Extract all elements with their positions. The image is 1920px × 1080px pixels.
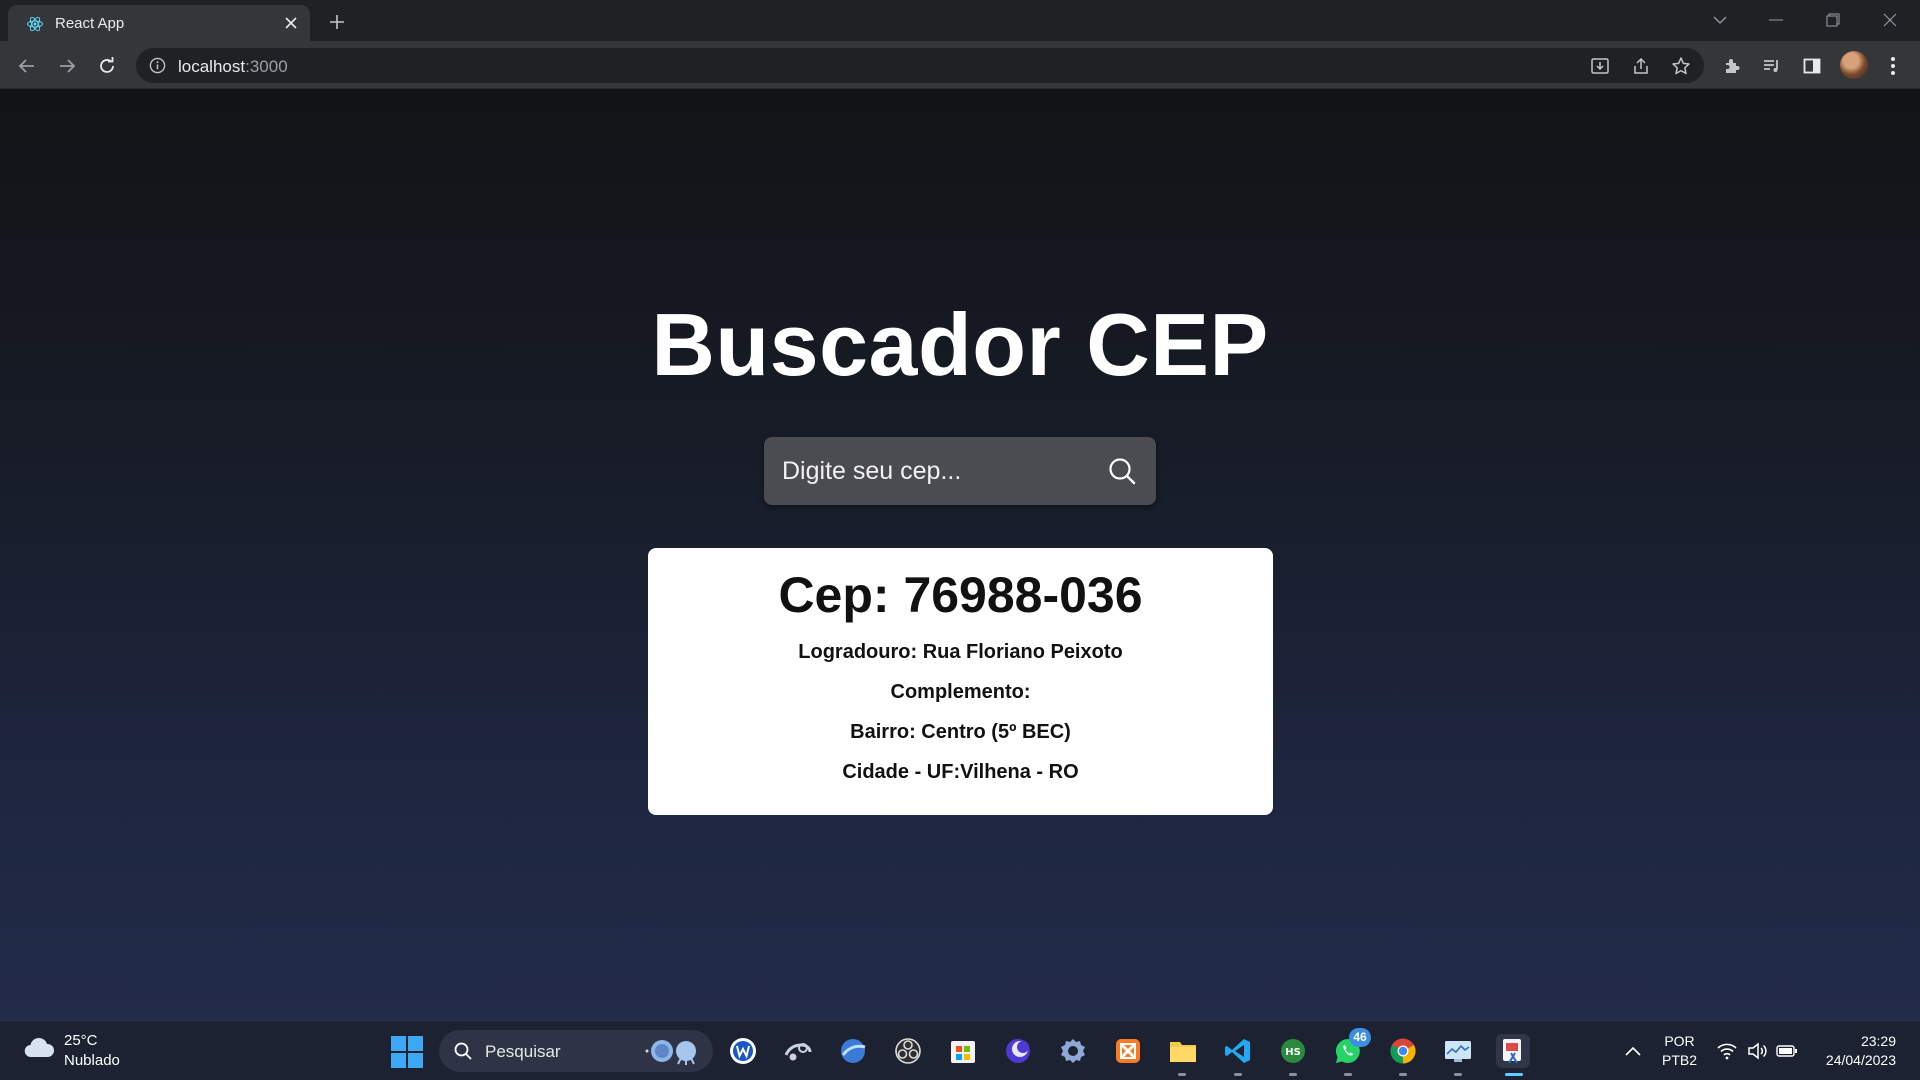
cep-search-input[interactable]	[782, 437, 1082, 505]
back-arrow-icon[interactable]	[14, 53, 40, 79]
result-logradouro: Logradouro: Rua Floriano Peixoto	[798, 641, 1123, 663]
app-writer-icon[interactable]	[726, 1034, 760, 1068]
tab-search-chevron-icon[interactable]	[1706, 8, 1734, 32]
clock-time: 23:29	[1860, 1033, 1896, 1049]
keyboard-layout: PTB2	[1662, 1052, 1698, 1068]
show-hidden-icons-chevron-icon[interactable]	[1616, 1034, 1650, 1068]
cloud-weather-icon[interactable]	[22, 1035, 56, 1061]
side-panel-icon[interactable]	[1799, 53, 1825, 79]
app-settings-gear-icon[interactable]	[1056, 1034, 1090, 1068]
app-vscode-icon[interactable]	[1221, 1034, 1255, 1068]
app-file-explorer-icon[interactable]	[1166, 1034, 1200, 1068]
app-snipping-tool-icon[interactable]	[1496, 1034, 1530, 1068]
media-control-icon[interactable]	[1759, 53, 1785, 79]
minimize-icon[interactable]	[1762, 8, 1790, 32]
input-language[interactable]: POR PTB2	[1662, 1032, 1697, 1070]
running-indicator	[1399, 1073, 1407, 1076]
running-indicator	[1234, 1073, 1242, 1076]
volume-icon[interactable]	[1740, 1034, 1774, 1068]
app-store-icon[interactable]	[946, 1034, 980, 1068]
wifi-icon[interactable]	[1710, 1034, 1744, 1068]
app-xampp-icon[interactable]	[1111, 1034, 1145, 1068]
result-cep: Cep: 76988-036	[778, 567, 1143, 623]
clock-date: 24/04/2023	[1825, 1052, 1896, 1068]
app-moon-icon[interactable]	[1001, 1034, 1035, 1068]
active-app-indicator	[1505, 1073, 1523, 1076]
address-bar[interactable]: localhost:3000	[136, 48, 1704, 83]
url-host: localhost	[178, 57, 246, 76]
extensions-puzzle-icon[interactable]	[1719, 53, 1745, 79]
result-complemento: Complemento:	[890, 681, 1031, 703]
taskbar-search[interactable]: Pesquisar	[439, 1030, 713, 1072]
restore-icon[interactable]	[1819, 8, 1847, 32]
forward-arrow-icon[interactable]	[54, 53, 80, 79]
close-tab-icon[interactable]	[280, 12, 302, 34]
cep-search-box	[764, 437, 1156, 505]
battery-icon[interactable]	[1770, 1034, 1804, 1068]
result-bairro: Bairro: Centro (5º BEC)	[850, 721, 1071, 743]
windows-taskbar: 25°C Nublado Pesquisar HS 46 POR PTB2 23…	[0, 1020, 1920, 1080]
tab-title: React App	[55, 15, 125, 32]
bookmark-star-icon[interactable]	[1670, 55, 1692, 77]
app-steam-icon[interactable]	[781, 1034, 815, 1068]
reload-icon[interactable]	[94, 53, 120, 79]
app-monitor-icon[interactable]	[1441, 1034, 1475, 1068]
weather-description[interactable]: Nublado	[64, 1052, 120, 1069]
share-icon[interactable]	[1630, 55, 1652, 77]
page-title: Buscador CEP	[651, 295, 1269, 394]
new-tab-icon[interactable]	[325, 10, 349, 34]
url-port: :3000	[245, 57, 288, 76]
whatsapp-unread-badge: 46	[1349, 1028, 1371, 1047]
url-text: localhost:3000	[178, 57, 288, 77]
browser-tab-strip: React App	[0, 0, 1920, 41]
chrome-menu-icon[interactable]	[1880, 53, 1906, 79]
search-icon[interactable]	[1106, 455, 1138, 487]
install-app-icon[interactable]	[1589, 55, 1611, 77]
svg-text:HS: HS	[1285, 1047, 1301, 1058]
app-obs-icon[interactable]	[891, 1034, 925, 1068]
running-indicator	[1454, 1073, 1462, 1076]
browser-tab[interactable]: React App	[8, 5, 310, 41]
app-browser-icon[interactable]	[836, 1034, 870, 1068]
taskbar-search-label: Pesquisar	[485, 1042, 561, 1061]
running-indicator	[1178, 1073, 1186, 1076]
result-cidade-uf: Cidade - UF:Vilhena - RO	[842, 761, 1079, 783]
app-chrome-icon[interactable]	[1386, 1034, 1420, 1068]
weather-temperature[interactable]: 25°C	[64, 1032, 98, 1049]
react-logo-icon	[26, 15, 44, 33]
search-icon	[453, 1041, 473, 1061]
search-highlight-icon	[644, 1036, 706, 1066]
browser-toolbar: localhost:3000	[0, 41, 1920, 89]
system-clock[interactable]: 23:29 24/04/2023	[1812, 1032, 1896, 1070]
page-viewport: Buscador CEP Cep: 76988-036 Logradouro: …	[0, 89, 1920, 1020]
cep-result-card: Cep: 76988-036 Logradouro: Rua Floriano …	[648, 548, 1273, 815]
windows-start-button[interactable]	[391, 1036, 423, 1068]
profile-avatar[interactable]	[1840, 51, 1868, 79]
running-indicator	[1344, 1073, 1352, 1076]
site-info-icon[interactable]	[149, 57, 166, 74]
close-window-icon[interactable]	[1876, 8, 1904, 32]
language-code: POR	[1664, 1033, 1695, 1049]
app-hs-icon[interactable]: HS	[1276, 1034, 1310, 1068]
running-indicator	[1289, 1073, 1297, 1076]
